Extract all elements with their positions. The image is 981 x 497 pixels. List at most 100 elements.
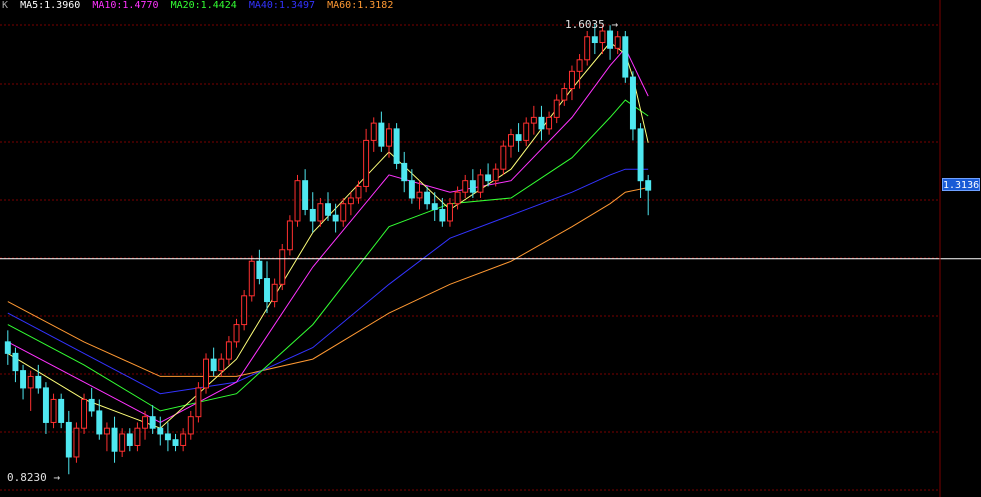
candle-up [347,197,354,205]
candle-up [561,88,568,101]
low-price-label: 0.8230 → [7,471,60,484]
candle-down [393,128,400,164]
candle-up [73,427,80,458]
last-price-tag: 1.3136 [942,178,980,191]
candle-down [431,203,438,210]
candle-up [203,358,210,389]
candle-down [20,370,27,389]
candle-down [378,122,385,147]
candle-up [248,260,255,297]
candle-up [218,358,225,372]
candle-up [355,185,362,199]
candle-down [4,341,11,354]
candle-down [485,174,492,182]
legend-ma60: MA60:1.3182 [327,0,394,11]
candle-up [500,145,507,170]
candle-up [50,398,57,423]
candle-up [454,191,461,205]
candle-down [645,180,652,191]
candle-up [286,220,293,251]
candle-up [363,139,370,187]
candle-down [65,421,72,458]
candle-down [172,439,179,446]
ma10-line [7,47,649,423]
candle-up [614,36,621,49]
candle-up [187,416,194,435]
candle-up [241,295,248,326]
candle-down [96,410,103,435]
candle-down [12,352,19,372]
ma5-line [7,41,649,429]
candle-down [515,134,522,141]
candle-down [332,214,339,222]
candle-up [446,203,453,222]
candle-down [157,427,164,435]
ma-legend: K MA5:1.3960 MA10:1.4770 MA20:1.4424 MA4… [2,0,399,12]
candle-down [439,208,446,222]
candle-up [134,427,141,446]
legend-ma10: MA10:1.4770 [92,0,159,11]
candle-down [264,278,270,303]
candle-up [553,99,560,118]
candle-down [629,76,636,130]
candle-up [599,30,606,44]
candle-up [546,116,553,130]
candle-down [35,375,42,389]
candle-down [591,36,598,44]
candle-up [119,433,126,452]
candle-down [111,427,118,452]
candle-up [477,174,484,193]
candle-up [317,203,324,222]
candle-up [142,416,149,429]
candle-down [42,387,49,423]
candle-up [370,122,377,141]
candle-down [149,416,156,429]
candle-down [607,30,614,49]
candle-up [271,283,278,303]
candle-down [469,180,476,193]
candle-up [294,180,301,222]
candle-down [309,208,316,222]
candle-down [164,433,171,441]
candle-up [530,116,537,124]
candle-down [408,180,415,199]
legend-ma20: MA20:1.4424 [170,0,237,11]
high-price-label: 1.6035 → [565,18,618,31]
candle-up [279,249,286,285]
candle-up [195,387,202,418]
candle-down [401,162,408,182]
candle-up [568,70,575,90]
candle-up [386,128,392,147]
candle-down [325,203,331,216]
candle-up [27,375,34,389]
candle-down [424,191,431,205]
candle-up [492,168,499,182]
candle-down [637,128,644,182]
candle-up [81,398,88,429]
legend-ma40: MA40:1.3497 [248,0,316,11]
candle-down [58,398,65,423]
kline-chart[interactable] [0,0,981,497]
candle-down [538,116,545,130]
candle-down [210,358,217,372]
legend-prefix: K [2,0,9,11]
candle-up [523,122,530,141]
legend-ma5: MA5:1.3960 [20,0,81,11]
candle-up [233,324,240,343]
candle-up [507,134,514,147]
price-grid [0,24,940,491]
candle-down [256,260,263,280]
candle-down [88,398,95,412]
candle-up [416,191,423,199]
candle-up [103,427,110,435]
candle-down [302,180,309,210]
candle-up [225,341,232,360]
candle-up [340,203,347,222]
candle-up [584,36,591,61]
candle-up [180,433,187,446]
candle-down [126,433,133,446]
moving-average-lines [7,41,649,429]
candle-up [462,180,469,193]
candle-up [576,59,583,72]
candle-down [622,36,629,78]
